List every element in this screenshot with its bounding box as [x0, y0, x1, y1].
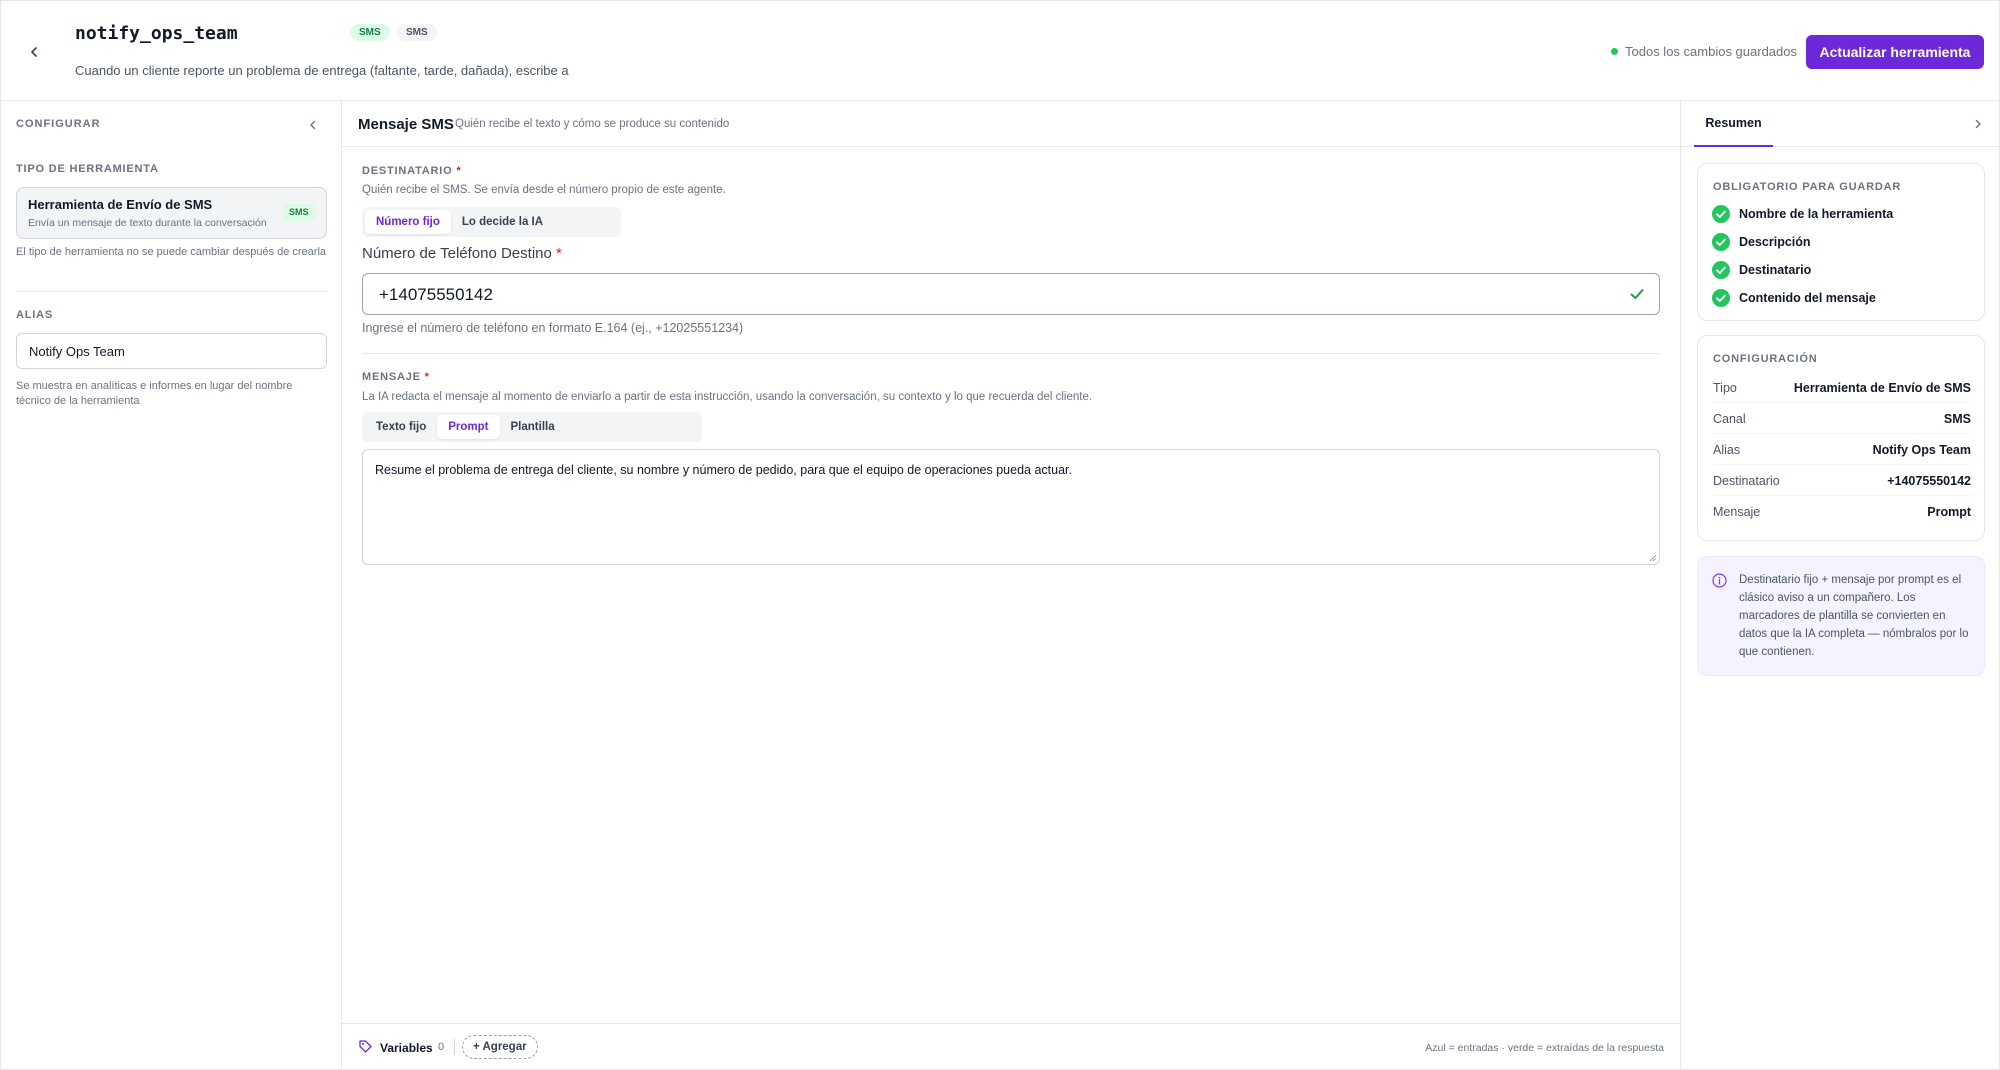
tool-type-name: Herramienta de Envío de SMS [28, 197, 213, 212]
message-prompt-text: Resume el problema de entrega del client… [375, 463, 1072, 477]
save-status-text: Todos los cambios guardados [1625, 44, 1797, 59]
alias-label: ALIAS [16, 309, 53, 321]
chevron-right-icon [1975, 119, 1981, 129]
configuration-card: CONFIGURACIÓN Tipo Herramienta de Envío … [1697, 335, 1985, 541]
add-variable-button[interactable]: + Agregar [462, 1035, 538, 1059]
type-tag: SMS [397, 24, 437, 41]
variables-legend: Azul = entradas · verde = extraídas de l… [1425, 1042, 1664, 1054]
chevron-left-icon [31, 47, 37, 57]
required-mark: * [456, 165, 462, 177]
sms-message-panel: Mensaje SMS Quién recibe el texto y cómo… [342, 101, 1680, 1070]
center-header: Mensaje SMS Quién recibe el texto y cómo… [342, 101, 1680, 147]
divider [362, 353, 1660, 354]
check-circle-icon [1712, 233, 1730, 251]
chevron-left-icon [310, 120, 316, 130]
required-mark: * [556, 245, 562, 262]
tool-name[interactable]: notify_ops_team [75, 23, 238, 44]
phone-help: Ingrese el número de teléfono en formato… [362, 321, 744, 335]
divider [454, 1039, 455, 1055]
check-icon [1630, 289, 1644, 299]
tool-type-description: Envía un mensaje de texto durante la con… [28, 217, 267, 229]
phone-number-input[interactable]: +14075550142 [362, 273, 1660, 315]
summary-panel: Resumen OBLIGATORIO PARA GUARDAR Nombre … [1680, 101, 2000, 1070]
config-row-type: Tipo Herramienta de Envío de SMS [1713, 373, 1971, 403]
config-row-channel: Canal SMS [1713, 404, 1971, 434]
status-dot-icon [1611, 48, 1618, 55]
divider [16, 291, 327, 292]
recipient-help: Quién recibe el SMS. Se envía desde el n… [362, 184, 726, 196]
tab-summary[interactable]: Resumen [1694, 101, 1773, 147]
section-title: Mensaje SMS [358, 116, 454, 133]
phone-label: Número de Teléfono Destino * [362, 245, 562, 262]
tool-type-hint: El tipo de herramienta no se puede cambi… [16, 246, 327, 258]
recipient-mode-toggle: Número fijo Lo decide la IA [362, 207, 621, 237]
channel-tag: SMS [350, 24, 390, 41]
configure-panel: CONFIGURAR TIPO DE HERRAMIENTA Herramien… [1, 101, 342, 1070]
mode-prompt[interactable]: Prompt [437, 415, 500, 439]
mode-fixed-text[interactable]: Texto fijo [365, 415, 437, 439]
section-subtitle: Quién recibe el texto y cómo se produce … [455, 118, 730, 130]
tool-type-card[interactable]: Herramienta de Envío de SMS Envía un men… [16, 187, 327, 239]
required-mark: * [424, 371, 430, 383]
collapse-panel-button[interactable] [303, 115, 323, 135]
tip-text: Destinatario fijo + mensaje por prompt e… [1739, 574, 1969, 658]
variables-label: Variables [380, 1041, 433, 1055]
summary-header: Resumen [1681, 101, 2000, 147]
mode-ai-decides[interactable]: Lo decide la IA [451, 210, 554, 234]
variables-bar: Variables 0 + Agregar Azul = entradas · … [342, 1023, 1680, 1070]
required-item: Contenido del mensaje [1712, 289, 1876, 307]
tool-description[interactable]: Cuando un cliente reporte un problema de… [75, 63, 569, 78]
info-icon [1712, 573, 1727, 588]
app-window: notify_ops_team SMS SMS Cuando un client… [0, 0, 2000, 1070]
check-circle-icon [1712, 205, 1730, 223]
mode-fixed-number[interactable]: Número fijo [365, 210, 451, 234]
config-row-alias: Alias Notify Ops Team [1713, 435, 1971, 465]
message-help: La IA redacta el mensaje al momento de e… [362, 391, 1093, 403]
tip-note: Destinatario fijo + mensaje por prompt e… [1697, 556, 1985, 676]
expand-panel-button[interactable] [1968, 114, 1988, 134]
required-item: Nombre de la herramienta [1712, 205, 1893, 223]
resize-handle-icon[interactable] [1648, 553, 1657, 562]
phone-number-value: +14075550142 [379, 285, 493, 304]
variables-count: 0 [438, 1041, 445, 1053]
message-prompt-textarea[interactable]: Resume el problema de entrega del client… [362, 449, 1660, 565]
required-title: OBLIGATORIO PARA GUARDAR [1713, 181, 1902, 193]
header: notify_ops_team SMS SMS Cuando un client… [1, 1, 2000, 101]
message-label: MENSAJE * [362, 371, 430, 383]
required-card: OBLIGATORIO PARA GUARDAR Nombre de la he… [1697, 163, 1985, 321]
mode-template[interactable]: Plantilla [500, 415, 566, 439]
tool-type-badge: SMS [283, 204, 315, 221]
configuration-title: CONFIGURACIÓN [1713, 353, 1818, 365]
config-row-recipient: Destinatario +14075550142 [1713, 466, 1971, 496]
config-row-message: Mensaje Prompt [1713, 505, 1971, 519]
configure-title: CONFIGURAR [16, 118, 101, 130]
message-mode-toggle: Texto fijo Prompt Plantilla [362, 412, 702, 442]
back-button[interactable] [21, 39, 47, 65]
alias-input[interactable] [16, 333, 327, 369]
tool-type-label: TIPO DE HERRAMIENTA [16, 163, 159, 175]
required-item: Descripción [1712, 233, 1811, 251]
update-tool-button[interactable]: Actualizar herramienta [1806, 35, 1984, 69]
required-item: Destinatario [1712, 261, 1811, 279]
check-circle-icon [1712, 289, 1730, 307]
save-status: Todos los cambios guardados [1611, 44, 1797, 59]
recipient-label: DESTINATARIO * [362, 165, 462, 177]
tag-icon [359, 1040, 372, 1053]
check-circle-icon [1712, 261, 1730, 279]
alias-hint: Se muestra en analíticas e informes en l… [16, 380, 293, 407]
